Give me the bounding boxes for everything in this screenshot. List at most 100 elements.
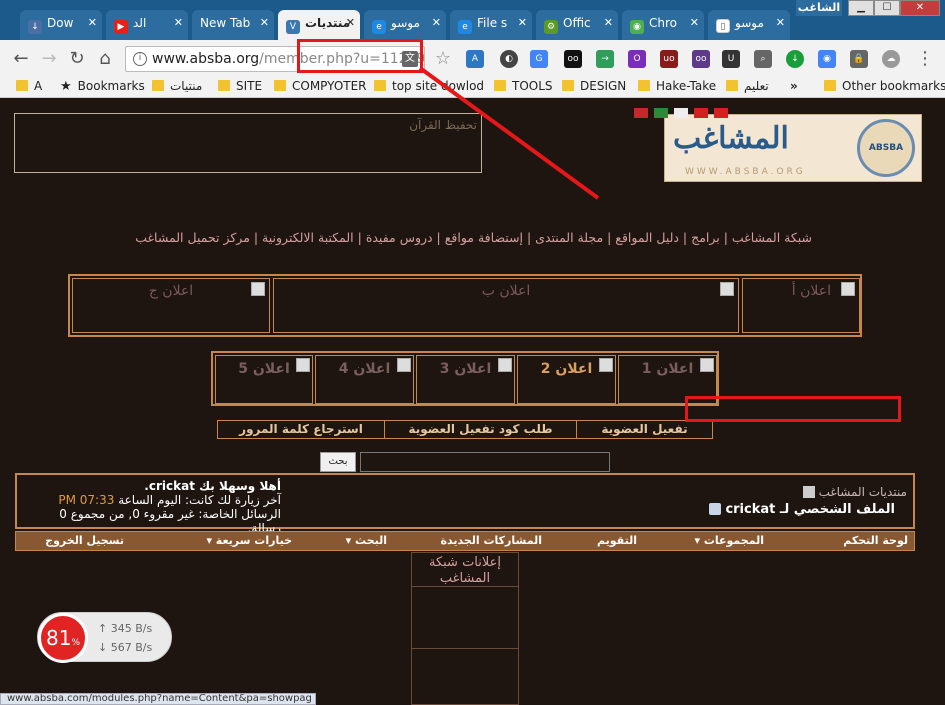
bookmarks-overflow-button[interactable]: »: [790, 79, 798, 93]
last-visit-label: آخر زيارة لك كانت: اليوم الساعة: [118, 493, 281, 507]
annotation-arrow: [418, 66, 600, 200]
edge-icon: e: [458, 20, 472, 34]
profile-button[interactable]: الشاغب: [796, 0, 842, 16]
close-tab-icon[interactable]: ✕: [260, 16, 269, 29]
home-button[interactable]: ⌂: [94, 48, 116, 69]
tab-downloads[interactable]: ↓ Dow ✕: [20, 10, 102, 40]
tab-file[interactable]: e File s ✕: [450, 10, 532, 40]
flag-icon[interactable]: [654, 108, 668, 118]
tab-youtube[interactable]: ▶ الد ✕: [106, 10, 188, 40]
flag-icon[interactable]: [694, 108, 708, 118]
ublock-icon[interactable]: uo: [660, 50, 678, 68]
flag-icon[interactable]: [634, 108, 648, 118]
search-input[interactable]: [360, 452, 610, 472]
flag-icon[interactable]: [714, 108, 728, 118]
last-visit: آخر زيارة لك كانت: اليوم الساعة 07:33 PM: [23, 493, 281, 507]
close-tab-icon[interactable]: ✕: [776, 16, 785, 29]
bookmark-label: COMPYOTER: [292, 79, 367, 93]
close-tab-icon[interactable]: ✕: [432, 16, 441, 29]
ads-row-numbered: اعلان 1 اعلان 2 اعلان 3 اعلان 4 اعلان 5: [211, 351, 719, 406]
network-ads-column: إعلانات شبكة المشاغب: [411, 552, 519, 705]
broken-image-icon: [397, 358, 411, 372]
site-logo[interactable]: المشاغب WWW.ABSBA.ORG ABSBA: [664, 114, 922, 182]
extension-icon[interactable]: oo: [692, 50, 710, 68]
minimize-button[interactable]: ▁: [848, 0, 874, 16]
logo-badge: ABSBA: [857, 119, 915, 177]
menu-quick-options[interactable]: خيارات سريعة ▾: [206, 534, 292, 547]
tab-encyclopedia[interactable]: e موسو ✕: [364, 10, 446, 40]
search-button[interactable]: بحث: [320, 452, 356, 472]
search-extension-icon[interactable]: ⌕: [754, 50, 772, 68]
folder-icon: [274, 80, 286, 91]
menu-control-panel[interactable]: لوحة التحكم: [843, 534, 908, 547]
close-tab-icon[interactable]: ✕: [88, 16, 97, 29]
back-button[interactable]: ←: [10, 48, 32, 69]
tab-chrome[interactable]: ◉ Chro ✕: [622, 10, 704, 40]
tab-forums[interactable]: V منتديات ✕: [278, 10, 360, 40]
close-window-button[interactable]: ✕: [900, 0, 940, 16]
ad-4[interactable]: اعلان 4: [315, 355, 414, 404]
ad-5[interactable]: اعلان 5: [215, 355, 313, 404]
bookmark-folder-forums[interactable]: منتيات: [152, 79, 202, 93]
bookmark-label: Hake-Take: [656, 79, 717, 93]
bookmark-folder-hake-take[interactable]: Hake-Take: [638, 79, 716, 93]
flag-icon[interactable]: [674, 108, 688, 118]
forward-button[interactable]: →: [38, 48, 60, 69]
menu-calendar[interactable]: التقويم: [597, 534, 637, 547]
menu-groups[interactable]: المجموعات ▾: [694, 534, 764, 547]
extension-icon[interactable]: ◉: [818, 50, 836, 68]
cloud-icon[interactable]: ☁: [882, 50, 900, 68]
menu-new-posts[interactable]: المشاركات الجديدة: [440, 534, 542, 547]
bookmark-label: منتيات: [170, 79, 203, 93]
ads-row-top: اعلان أ اعلان ب اعلان ج: [68, 274, 862, 337]
activate-membership-link[interactable]: تفعيل العضوية: [576, 421, 712, 438]
ad-b[interactable]: اعلان ب: [273, 278, 739, 333]
site-icon: V: [286, 20, 300, 34]
welcome-greeting: أهلا وسهلا بك crickat.: [144, 479, 281, 493]
bookmark-folder-education[interactable]: تعليم: [726, 79, 769, 93]
bookmark-folder-compyoter[interactable]: COMPYOTER: [274, 79, 367, 93]
menu-icon[interactable]: ⋮: [914, 48, 936, 69]
bookmark-bookmarks[interactable]: ★ Bookmarks: [60, 79, 145, 94]
maximize-button[interactable]: ☐: [874, 0, 900, 16]
lock-icon[interactable]: 🔒: [850, 50, 868, 68]
extension-icon[interactable]: U: [722, 50, 740, 68]
usage-percent-unit: %: [71, 638, 80, 648]
profile-title-text: الملف الشخصي لـ crickat: [725, 502, 895, 517]
reload-button[interactable]: ↻: [66, 48, 88, 69]
upload-speed: ↑ 345 B/s: [98, 622, 152, 635]
close-tab-icon[interactable]: ✕: [690, 16, 699, 29]
tab-encyclopedia-2[interactable]: ▯ موسو ✕: [708, 10, 790, 40]
close-tab-icon[interactable]: ✕: [346, 16, 355, 29]
network-ad-slot[interactable]: [412, 587, 518, 649]
bookmark-folder-site[interactable]: SITE: [218, 79, 262, 93]
close-tab-icon[interactable]: ✕: [174, 16, 183, 29]
menu-logout[interactable]: تسجيل الخروج: [45, 534, 124, 547]
url-host: www.absba.org: [152, 51, 260, 67]
menu-search[interactable]: البحث ▾: [346, 534, 387, 547]
breadcrumb[interactable]: منتديات المشاغب: [802, 485, 907, 499]
ad-a[interactable]: اعلان أ: [742, 278, 860, 333]
close-tab-icon[interactable]: ✕: [518, 16, 527, 29]
recover-password-link[interactable]: استرجاع كلمة المرور: [218, 421, 384, 438]
bookmark-folder-other[interactable]: Other bookmarks: [824, 79, 945, 93]
tab-office[interactable]: ⚙ Offic ✕: [536, 10, 618, 40]
request-activation-code-link[interactable]: طلب كود تفعيل العضوية: [384, 421, 576, 438]
edge-icon: e: [372, 20, 386, 34]
folder-icon: [152, 80, 164, 91]
site-nav-links[interactable]: شبكة المشاغب | برامج | دليل المواقع | مج…: [110, 230, 812, 245]
ad-3[interactable]: اعلان 3: [416, 355, 515, 404]
ad-label: اعلان ج: [148, 283, 194, 299]
extension-icon[interactable]: O: [628, 50, 646, 68]
close-tab-icon[interactable]: ✕: [604, 16, 613, 29]
extension-icon[interactable]: ↓: [786, 50, 804, 68]
network-ad-slot[interactable]: [412, 649, 518, 705]
ad-c[interactable]: اعلان ج: [72, 278, 270, 333]
tab-label: موسو: [391, 16, 420, 30]
welcome-box: أهلا وسهلا بك crickat. آخر زيارة لك كانت…: [23, 479, 281, 535]
tab-new-tab[interactable]: New Tab ✕: [192, 10, 274, 40]
bookmark-folder-a[interactable]: A: [16, 79, 42, 93]
info-icon[interactable]: i: [133, 52, 147, 66]
ad-2[interactable]: اعلان 2: [517, 355, 616, 404]
user-icon: [708, 503, 721, 515]
